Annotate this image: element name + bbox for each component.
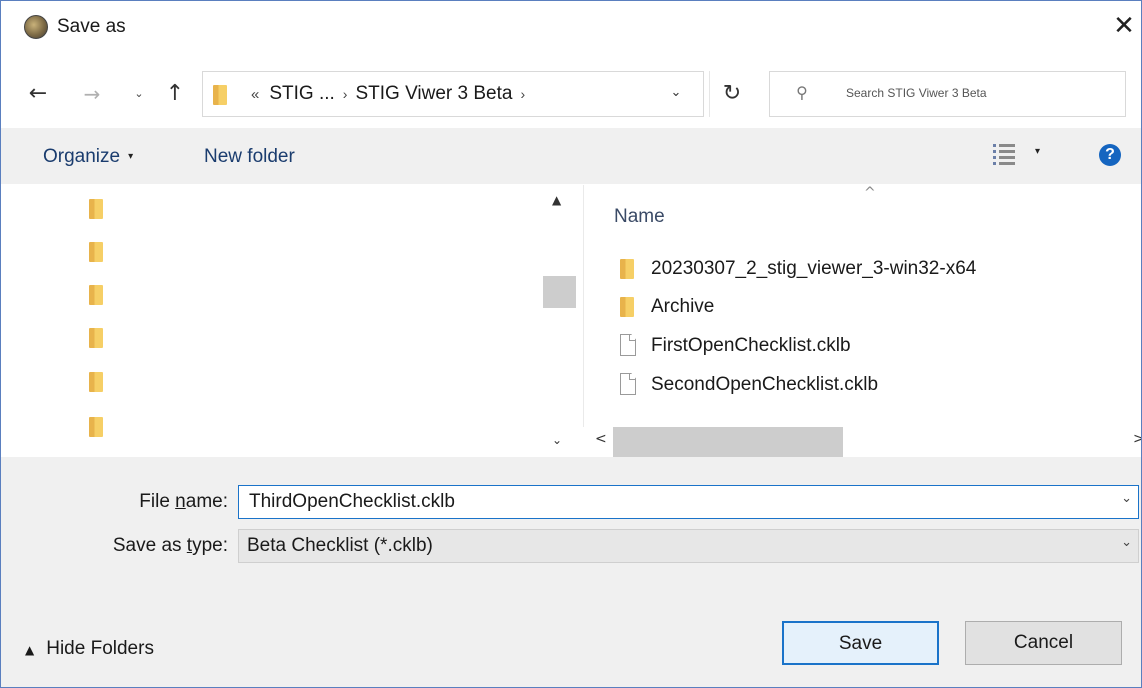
view-options-icon[interactable] [993, 142, 1017, 166]
breadcrumb-item-stig-viwer-3-beta[interactable]: STIG Viwer 3 Beta [355, 83, 512, 104]
folder-icon [620, 297, 634, 317]
folder-icon[interactable] [89, 372, 103, 392]
item-name: SecondOpenChecklist.cklb [651, 374, 879, 395]
chevron-down-icon[interactable]: ⌄ [1121, 535, 1132, 550]
folder-icon[interactable] [89, 328, 103, 348]
folder-icon[interactable] [89, 417, 103, 437]
scrollbar-thumb[interactable] [543, 276, 576, 308]
title-bar: Save as ✕ [1, 1, 1141, 41]
breadcrumb-overflow-icon[interactable]: « [251, 86, 259, 103]
search-icon: ⚲ [796, 83, 808, 102]
refresh-icon[interactable]: ↻ [709, 71, 754, 117]
breadcrumb-item-stig[interactable]: STIG ... [269, 83, 334, 104]
breadcrumb: « STIG ... › STIG Viwer 3 Beta › [251, 82, 533, 107]
recent-locations-chevron-icon[interactable]: ⌄ [129, 69, 149, 119]
chevron-down-icon: ▾ [128, 151, 134, 162]
folder-icon[interactable] [89, 199, 103, 219]
hide-folders-label: Hide Folders [46, 638, 154, 659]
save-as-type-select[interactable]: Beta Checklist (*.cklb) ⌄ [238, 529, 1139, 563]
file-name-value[interactable]: ThirdOpenChecklist.cklb [249, 490, 455, 514]
file-list: ^ Name 20230307_2_stig_viewer_3-win32-x6… [583, 185, 1141, 457]
scroll-right-icon[interactable]: > [1133, 431, 1141, 447]
scrollbar-thumb[interactable] [613, 427, 843, 457]
forward-arrow-icon[interactable]: → [79, 69, 105, 119]
folder-icon[interactable] [89, 242, 103, 262]
new-folder-button[interactable]: New folder [204, 145, 295, 169]
folder-icon [213, 85, 227, 105]
save-button[interactable]: Save [782, 621, 939, 665]
hide-folders-button[interactable]: ▲ Hide Folders [25, 637, 154, 662]
scroll-down-icon[interactable]: ⌄ [552, 433, 562, 447]
help-icon[interactable]: ? [1099, 144, 1121, 166]
organize-label: Organize [43, 146, 121, 168]
cancel-button[interactable]: Cancel [965, 621, 1122, 665]
column-header-name[interactable]: Name [614, 205, 665, 229]
close-icon[interactable]: ✕ [1109, 11, 1139, 41]
item-name: 20230307_2_stig_viewer_3-win32-x64 [651, 258, 977, 279]
breadcrumb-separator-icon[interactable]: › [343, 86, 348, 102]
chevron-down-icon[interactable]: ▾ [1035, 146, 1040, 157]
breadcrumb-separator-icon[interactable]: › [520, 86, 525, 102]
folder-icon [620, 259, 634, 279]
scroll-left-icon[interactable]: < [595, 431, 607, 447]
document-icon [620, 334, 636, 356]
sort-ascending-icon: ^ [864, 185, 876, 201]
save-as-type-label: Save as type: [112, 535, 228, 556]
document-icon [620, 373, 636, 395]
save-as-dialog: Save as ✕ ← → ⌄ ↑ « STIG ... › STIG Viwer 3… [0, 0, 1142, 688]
navigation-pane-scrollbar[interactable]: ▲ ⌄ [543, 185, 576, 457]
dialog-title: Save as [57, 16, 126, 37]
app-seal-icon [24, 15, 48, 39]
save-as-type-value: Beta Checklist (*.cklb) [247, 535, 433, 556]
scroll-up-icon[interactable]: ▲ [552, 193, 561, 207]
chevron-down-icon[interactable]: ⌄ [1121, 491, 1132, 506]
item-name: Archive [651, 296, 715, 317]
folder-icon[interactable] [89, 285, 103, 305]
search-input[interactable]: ⚲ Search STIG Viwer 3 Beta [769, 71, 1126, 117]
organize-button[interactable]: Organize ▾ [43, 145, 133, 169]
address-dropdown-icon[interactable]: ⌄ [661, 73, 691, 113]
file-name-field[interactable]: ThirdOpenChecklist.cklb ⌄ [238, 485, 1139, 519]
navigation-pane [1, 185, 576, 457]
item-name: FirstOpenChecklist.cklb [651, 335, 851, 356]
address-bar[interactable]: « STIG ... › STIG Viwer 3 Beta › [202, 71, 704, 117]
command-bar: Organize ▾ New folder ▾ ? [1, 128, 1141, 184]
back-arrow-icon[interactable]: ← [23, 69, 53, 119]
search-placeholder: Search STIG Viwer 3 Beta [846, 86, 987, 100]
file-list-horizontal-scrollbar[interactable]: < > [583, 427, 1141, 457]
chevron-up-icon: ▲ [25, 643, 35, 657]
up-arrow-icon[interactable]: ↑ [162, 69, 188, 119]
file-name-label: File name: [139, 491, 228, 512]
